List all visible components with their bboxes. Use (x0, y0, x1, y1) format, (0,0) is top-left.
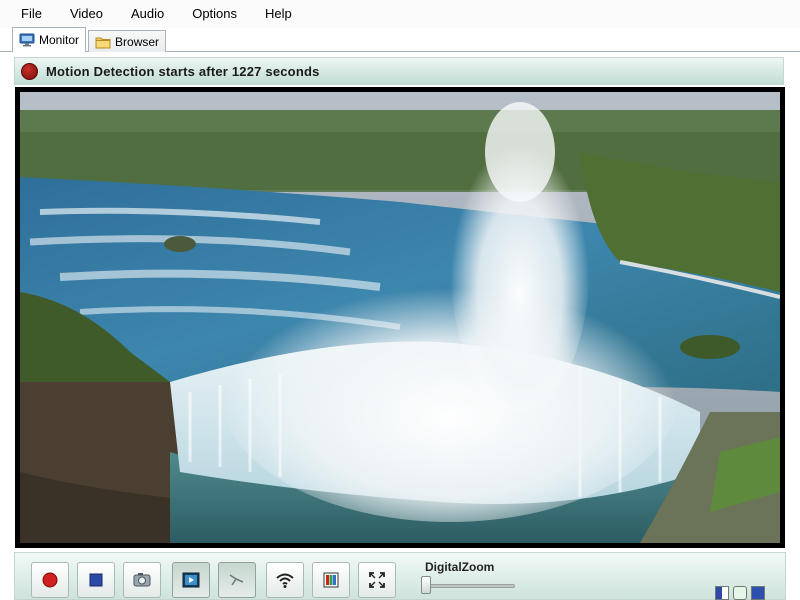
waterfall-aerial-icon (20, 92, 780, 543)
record-icon (42, 572, 58, 588)
menu-options[interactable]: Options (183, 2, 246, 26)
fullscreen-button[interactable] (358, 562, 396, 598)
motion-indicator-icon (21, 62, 38, 80)
wifi-button[interactable] (266, 562, 304, 598)
digital-zoom-track[interactable] (427, 584, 515, 588)
settings-mode-icon[interactable] (751, 586, 765, 600)
tab-monitor[interactable]: Monitor (12, 27, 87, 52)
menu-file[interactable]: File (12, 2, 51, 26)
tab-monitor-label: Monitor (39, 33, 80, 47)
motion-status-text: Motion Detection starts after 1227 secon… (46, 63, 320, 79)
video-feed[interactable] (20, 92, 780, 543)
film-button[interactable] (312, 562, 350, 598)
video-toggle-button[interactable] (172, 562, 210, 598)
folder-icon (95, 35, 111, 49)
fullscreen-icon (369, 572, 385, 588)
monitor-icon (19, 33, 35, 47)
stop-icon (89, 573, 103, 587)
stop-button[interactable] (77, 562, 115, 598)
control-toolbar: DigitalZoom (14, 552, 786, 600)
pan-tilt-icon (229, 574, 244, 586)
tab-strip: Monitor Browser (12, 27, 168, 52)
digital-zoom-slider[interactable] (421, 576, 431, 594)
snapshot-icon (133, 573, 151, 587)
snapshot-button[interactable] (123, 562, 161, 598)
tab-browser-label: Browser (115, 34, 160, 49)
tab-browser[interactable]: Browser (88, 30, 167, 52)
film-icon (323, 572, 339, 588)
video-toggle-icon (182, 572, 200, 588)
monitor-mode-icon[interactable] (733, 586, 747, 600)
motion-status-bar: Motion Detection starts after 1227 secon… (14, 57, 784, 85)
window-mode-icon[interactable] (715, 586, 729, 600)
menu-help[interactable]: Help (256, 2, 301, 26)
wifi-icon (276, 573, 294, 588)
record-button[interactable] (31, 562, 69, 598)
menu-audio[interactable]: Audio (122, 2, 173, 26)
digital-zoom-label: DigitalZoom (425, 560, 495, 574)
menu-bar: File Video Audio Options Help (0, 0, 800, 28)
menu-video[interactable]: Video (61, 2, 112, 26)
video-frame (15, 87, 785, 548)
pan-tilt-button[interactable] (218, 562, 256, 598)
